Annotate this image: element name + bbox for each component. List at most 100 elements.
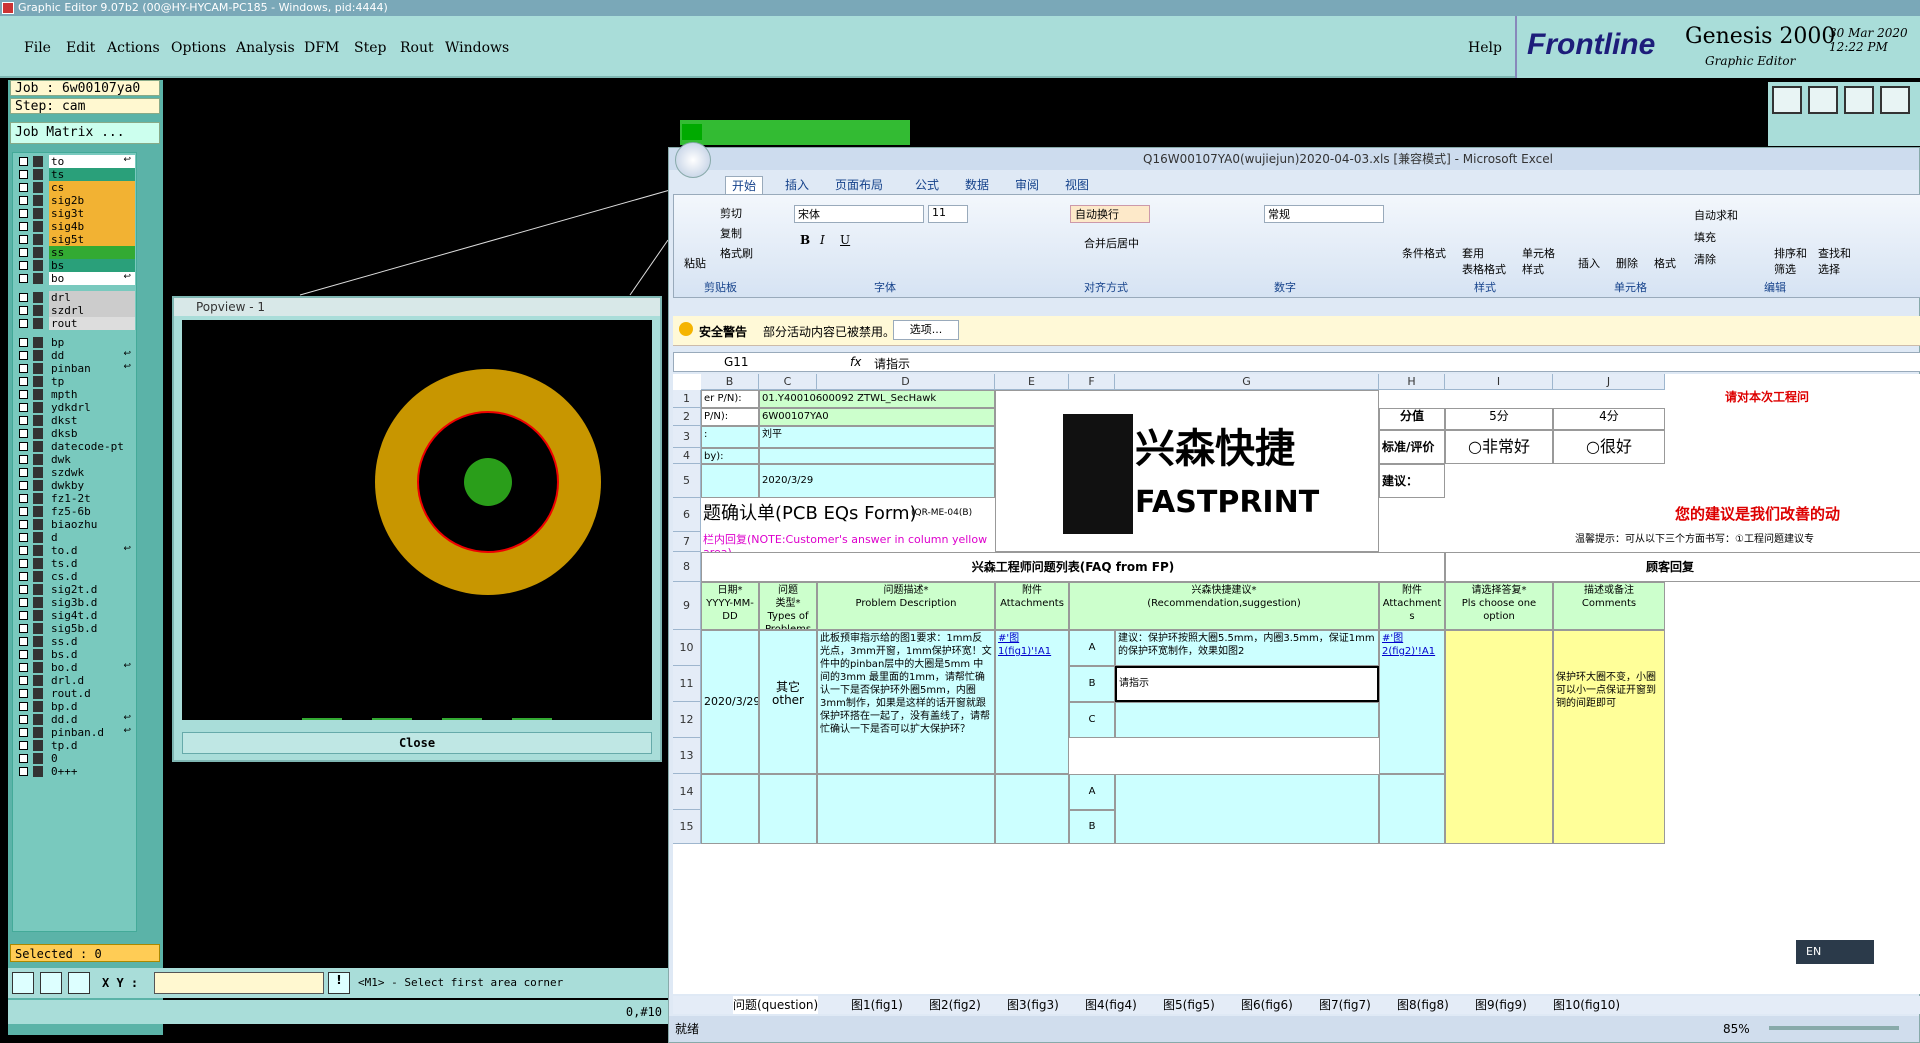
number-format-select[interactable]: 常规 bbox=[1264, 205, 1384, 223]
layer-name[interactable]: bp.d bbox=[49, 700, 135, 713]
merge-center-button[interactable]: 合并后居中 bbox=[1084, 235, 1139, 251]
layer-name[interactable]: cs bbox=[49, 181, 135, 194]
layer-name[interactable]: ss bbox=[49, 246, 135, 259]
cell-i2[interactable]: 5分 bbox=[1445, 408, 1553, 430]
cell-c9[interactable]: 问题 类型* Types of Problems bbox=[759, 582, 817, 630]
menu-step[interactable]: Step bbox=[354, 40, 386, 56]
layer-checkbox[interactable] bbox=[19, 767, 28, 776]
layer-name[interactable]: sig4b bbox=[49, 220, 135, 233]
layer-toggle[interactable] bbox=[33, 292, 43, 303]
layer-checkbox[interactable] bbox=[19, 403, 28, 412]
layer-toggle[interactable] bbox=[33, 532, 43, 543]
menu-edit[interactable]: Edit bbox=[66, 40, 95, 56]
cell-logo_cn[interactable]: 兴森快捷 bbox=[1133, 424, 1383, 474]
layer-checkbox[interactable] bbox=[19, 306, 28, 315]
layer-checkbox[interactable] bbox=[19, 468, 28, 477]
layer-row[interactable]: dkst bbox=[17, 414, 135, 427]
conditional-format-button[interactable]: 条件格式 bbox=[1402, 245, 1446, 261]
layer-toggle[interactable] bbox=[33, 506, 43, 517]
sheet-tab[interactable]: 图3(fig3) bbox=[1007, 996, 1059, 1014]
sheet-tab[interactable]: 图10(fig10) bbox=[1553, 996, 1620, 1014]
layer-toggle[interactable] bbox=[33, 156, 43, 167]
layer-row[interactable]: sig2t.d bbox=[17, 583, 135, 596]
cell-h7[interactable]: 温馨提示：可从以下三个方面书写：①工程问题建议专 bbox=[1573, 532, 1920, 552]
layer-row[interactable]: ts bbox=[17, 168, 135, 181]
cell-b2[interactable]: P/N): bbox=[701, 408, 759, 426]
cell-c2[interactable]: 6W00107YA0 bbox=[759, 408, 995, 426]
layer-checkbox[interactable] bbox=[19, 559, 28, 568]
layer-name[interactable]: biaozhu bbox=[49, 518, 135, 531]
layer-checkbox[interactable] bbox=[19, 248, 28, 257]
layer-row[interactable]: ss bbox=[17, 246, 135, 259]
layer-toggle[interactable] bbox=[33, 545, 43, 556]
sort-filter-button[interactable]: 排序和 筛选 bbox=[1774, 245, 1807, 277]
layer-toggle[interactable] bbox=[33, 519, 43, 530]
layer-checkbox[interactable] bbox=[19, 429, 28, 438]
layer-row[interactable]: drl.d bbox=[17, 674, 135, 687]
alert-icon[interactable]: ! bbox=[328, 972, 350, 994]
tab-home[interactable]: 开始 bbox=[725, 176, 764, 195]
layer-checkbox[interactable] bbox=[19, 650, 28, 659]
layer-toggle[interactable] bbox=[33, 260, 43, 271]
layer-name[interactable]: bo.d bbox=[49, 661, 135, 674]
layer-row[interactable]: bp.d bbox=[17, 700, 135, 713]
grid-icon[interactable] bbox=[68, 972, 90, 994]
cell-fA[interactable]: A bbox=[1069, 630, 1115, 666]
layer-name[interactable]: bs.d bbox=[49, 648, 135, 661]
row-header[interactable]: 1 bbox=[673, 390, 701, 408]
layer-checkbox[interactable] bbox=[19, 338, 28, 347]
layer-toggle[interactable] bbox=[33, 376, 43, 387]
cell-d9[interactable]: 问题描述* Problem Description bbox=[817, 582, 995, 630]
cell-h10[interactable]: #'图2(fig2)'!A1 bbox=[1379, 630, 1445, 774]
layer-name[interactable]: ts.d bbox=[49, 557, 135, 570]
cell-g11[interactable]: 请指示 bbox=[1115, 666, 1379, 702]
cell-logo_en[interactable]: FASTPRINT bbox=[1133, 484, 1383, 524]
tab-review[interactable]: 审阅 bbox=[1015, 176, 1039, 193]
layer-checkbox[interactable] bbox=[19, 741, 28, 750]
cell-e9[interactable]: 附件 Attachments bbox=[995, 582, 1069, 630]
row-header[interactable]: 9 bbox=[673, 582, 701, 630]
layer-checkbox[interactable] bbox=[19, 715, 28, 724]
cell-h4[interactable]: 建议： bbox=[1379, 464, 1445, 498]
cell-d10[interactable]: 此板预审指示给的图1要求：1mm反光点，3mm开窗，1mm保护环宽！文件中的pi… bbox=[817, 630, 995, 774]
layer-row[interactable]: tp bbox=[17, 375, 135, 388]
layer-checkbox[interactable] bbox=[19, 611, 28, 620]
layer-name[interactable]: sig2b bbox=[49, 194, 135, 207]
cell-c10[interactable]: 其它 other bbox=[759, 630, 817, 774]
layer-toggle[interactable] bbox=[33, 195, 43, 206]
layer-name[interactable]: cs.d bbox=[49, 570, 135, 583]
layer-checkbox[interactable] bbox=[19, 572, 28, 581]
layer-row[interactable]: bs bbox=[17, 259, 135, 272]
layer-checkbox[interactable] bbox=[19, 183, 28, 192]
layer-checkbox[interactable] bbox=[19, 222, 28, 231]
layer-checkbox[interactable] bbox=[19, 624, 28, 633]
layer-row[interactable]: rout.d bbox=[17, 687, 135, 700]
layer-checkbox[interactable] bbox=[19, 663, 28, 672]
cell-fB[interactable]: B bbox=[1069, 810, 1115, 844]
menu-rout[interactable]: Rout bbox=[400, 40, 434, 56]
layer-toggle[interactable] bbox=[33, 610, 43, 621]
column-header[interactable]: I bbox=[1445, 374, 1553, 390]
layer-name[interactable]: ts bbox=[49, 168, 135, 181]
fx-icon[interactable]: fx bbox=[850, 355, 861, 369]
layer-checkbox[interactable] bbox=[19, 390, 28, 399]
cell-h2[interactable]: 分值 bbox=[1379, 408, 1445, 430]
layer-row[interactable]: to ↩ bbox=[17, 155, 135, 168]
cell-[interactable] bbox=[1379, 774, 1445, 844]
layer-checkbox[interactable] bbox=[19, 637, 28, 646]
cell-[interactable] bbox=[1115, 702, 1379, 738]
layer-row[interactable]: fz1-2t bbox=[17, 492, 135, 505]
cell-h_red6[interactable]: 您的建议是我们改善的动 bbox=[1673, 498, 1920, 532]
format-painter-button[interactable]: 格式刷 bbox=[720, 245, 753, 261]
layer-toggle[interactable] bbox=[33, 597, 43, 608]
layer-row[interactable]: drl bbox=[17, 291, 135, 304]
layer-name[interactable]: mpth bbox=[49, 388, 135, 401]
layer-row[interactable]: fz5-6b bbox=[17, 505, 135, 518]
delete-cells-button[interactable]: 删除 bbox=[1616, 255, 1638, 271]
layer-checkbox[interactable] bbox=[19, 235, 28, 244]
cell-j10[interactable]: 保护环大圈不变，小圈可以小一点保证开窗到铜的间距即可 bbox=[1553, 630, 1665, 844]
layer-row[interactable]: pinban.d ↩ bbox=[17, 726, 135, 739]
layer-checkbox[interactable] bbox=[19, 598, 28, 607]
layer-checkbox[interactable] bbox=[19, 455, 28, 464]
layer-row[interactable]: pinban ↩ bbox=[17, 362, 135, 375]
